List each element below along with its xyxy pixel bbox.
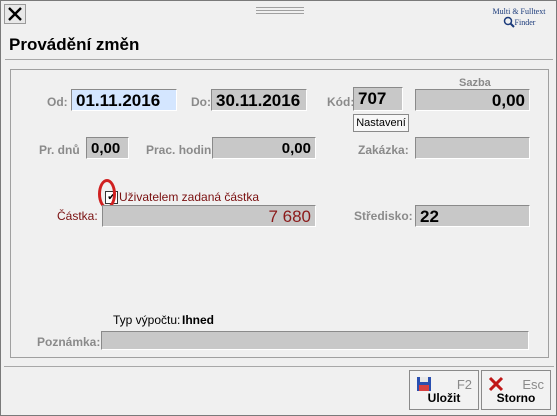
prac-hodin-field[interactable]: 0,00 (212, 137, 316, 159)
stredisko-label: Středisko: (354, 209, 413, 223)
finder-button[interactable]: Multi & Fulltext Finder (489, 7, 549, 28)
save-shortcut: F2 (456, 377, 472, 392)
cancel-label: Storno (496, 391, 536, 405)
sazba-label: Sazba (459, 77, 491, 89)
pr-dnu-field[interactable]: 0,00 (86, 137, 129, 159)
save-label: Uložit (427, 391, 461, 405)
finder-line2: Finder (514, 17, 536, 27)
close-icon (8, 7, 22, 21)
kod-field[interactable]: 707 (353, 87, 403, 111)
do-date-field[interactable]: 30.11.2016 (211, 89, 307, 111)
finder-line1: Multi & Fulltext (492, 7, 546, 16)
magnifier-icon (503, 16, 515, 28)
kod-label: Kód: (327, 95, 355, 109)
od-label: Od: (47, 95, 68, 109)
pr-dnu-label: Pr. dnů (39, 143, 80, 157)
poznamka-field[interactable] (101, 331, 529, 350)
prac-hodin-label: Prac. hodin (146, 143, 212, 157)
poznamka-label: Poznámka: (37, 335, 101, 349)
castka-label: Částka: (57, 209, 98, 223)
title-divider (5, 59, 553, 60)
typ-vypoctu-value: Ihned (182, 313, 214, 327)
typ-vypoctu-label: Typ výpočtu: (113, 313, 181, 327)
drag-handle[interactable] (256, 7, 304, 16)
dialog-window: Multi & Fulltext Finder Provádění změn O… (0, 0, 557, 416)
cancel-shortcut: Esc (522, 377, 544, 392)
nastaveni-button[interactable]: Nastavení (353, 114, 409, 132)
do-label: Do: (191, 95, 211, 109)
zakazka-label: Zakázka: (358, 143, 409, 157)
save-button[interactable]: F2 Uložit (409, 370, 479, 410)
page-title: Provádění změn (9, 35, 140, 54)
save-icon (417, 377, 431, 391)
custom-amount-label[interactable]: Uživatelem zadaná částka (119, 190, 259, 204)
footer-divider (4, 366, 554, 367)
close-button[interactable] (4, 4, 26, 24)
sazba-field[interactable]: 0,00 (415, 89, 530, 111)
od-date-field[interactable]: 01.11.2016 (71, 89, 177, 111)
close-x-icon (488, 376, 504, 392)
stredisko-field[interactable]: 22 (415, 205, 530, 227)
cancel-button[interactable]: Esc Storno (481, 370, 551, 410)
castka-field[interactable]: 7 680 (102, 205, 316, 227)
zakazka-field[interactable] (415, 137, 530, 159)
